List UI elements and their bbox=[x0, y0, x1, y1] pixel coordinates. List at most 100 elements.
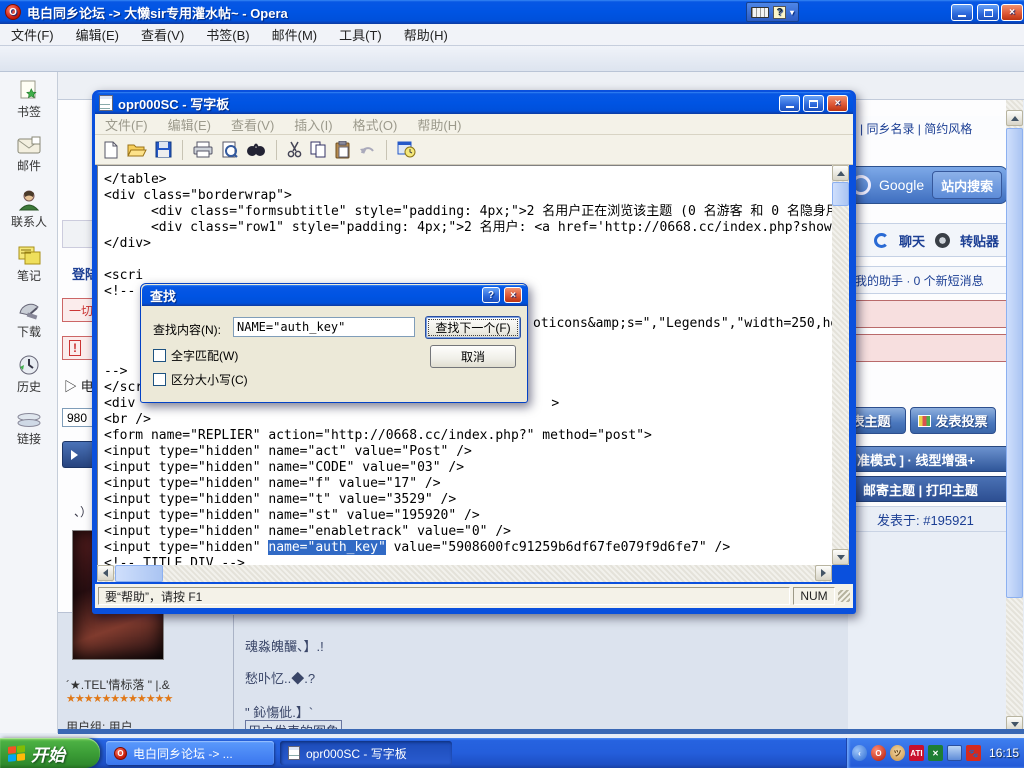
tray-green-x-icon[interactable]: ✕ bbox=[928, 745, 943, 761]
links-icon bbox=[16, 412, 42, 428]
sidebar-item-bookmarks[interactable]: 书签 bbox=[0, 72, 58, 127]
find-next-button[interactable]: 查找下一个(F) bbox=[425, 316, 521, 339]
scrollbar-thumb[interactable] bbox=[832, 182, 849, 206]
mail-print-bar[interactable]: 邮寄主题 | 打印主题 bbox=[848, 476, 1006, 502]
opera-minimize-button[interactable] bbox=[951, 4, 973, 21]
tray-collapse-chevron-icon[interactable]: ‹ bbox=[852, 745, 867, 761]
chevron-down-icon[interactable]: ▾ bbox=[790, 9, 794, 16]
poster-star-rating: ★★★★★★★★★★★★ bbox=[66, 692, 172, 705]
sidebar-item-transfers[interactable]: 下载 bbox=[0, 292, 58, 347]
page-scrollbar[interactable] bbox=[1006, 100, 1023, 733]
sidebar-item-notes[interactable]: 笔记 bbox=[0, 237, 58, 292]
scroll-up-icon[interactable] bbox=[832, 165, 849, 181]
print-icon[interactable] bbox=[193, 141, 213, 158]
poster-username[interactable]: ´★.TEL'情标落 " |.& bbox=[66, 676, 170, 693]
tray-ati-icon[interactable]: ATI bbox=[909, 745, 924, 761]
open-icon[interactable] bbox=[127, 142, 147, 158]
language-bar[interactable]: ? ▾ bbox=[746, 2, 799, 22]
match-whole-word-checkbox[interactable]: 全字匹配(W) bbox=[153, 347, 238, 364]
chat-link[interactable]: 聊天 bbox=[899, 231, 925, 250]
scrollbar-thumb[interactable] bbox=[1006, 128, 1023, 598]
save-icon[interactable] bbox=[155, 141, 172, 158]
resize-grip[interactable] bbox=[838, 590, 850, 602]
find-help-button[interactable]: ? bbox=[482, 287, 500, 303]
find-dialog-title: 查找 bbox=[150, 286, 176, 305]
search-tab-site[interactable]: 站内搜索 bbox=[932, 171, 1002, 199]
wp-menu-help[interactable]: 帮助(H) bbox=[407, 115, 471, 134]
wordpad-menubar: 文件(F) 编辑(E) 查看(V) 插入(I) 格式(O) 帮助(H) bbox=[95, 114, 853, 135]
wordpad-minimize-button[interactable] bbox=[779, 95, 800, 112]
tray-opera-icon[interactable]: O bbox=[871, 745, 886, 761]
wordpad-maximize-button[interactable] bbox=[803, 95, 824, 112]
menu-view[interactable]: 查看(V) bbox=[130, 25, 195, 44]
menu-bookmarks[interactable]: 书签(B) bbox=[195, 25, 260, 44]
code-line: </table> bbox=[104, 172, 832, 188]
scroll-right-icon[interactable] bbox=[815, 565, 832, 581]
scroll-down-icon[interactable] bbox=[832, 549, 849, 565]
help-icon[interactable]: ? bbox=[773, 6, 786, 19]
sidebar-item-history[interactable]: 历史 bbox=[0, 347, 58, 402]
wp-menu-view[interactable]: 查看(V) bbox=[221, 115, 284, 134]
undo-icon[interactable] bbox=[359, 143, 376, 157]
start-button[interactable]: 开始 bbox=[0, 738, 100, 768]
wordpad-close-button[interactable]: × bbox=[827, 95, 848, 112]
scroll-up-icon[interactable] bbox=[1006, 110, 1023, 126]
find-icon[interactable] bbox=[246, 142, 266, 157]
assistant-bar[interactable]: 我的助手 · 0 个新短消息 bbox=[848, 266, 1006, 294]
sidebar-item-mail[interactable]: 邮件 bbox=[0, 127, 58, 182]
taskbar-clock[interactable]: 16:15 bbox=[989, 746, 1019, 760]
menu-edit[interactable]: 编辑(E) bbox=[65, 25, 130, 44]
sidebar-label: 下载 bbox=[17, 323, 41, 340]
sidebar-item-links[interactable]: 链接 bbox=[0, 402, 58, 457]
copy-icon[interactable] bbox=[310, 141, 327, 158]
new-document-icon[interactable] bbox=[103, 141, 119, 159]
sidebar-label: 书签 bbox=[17, 103, 41, 120]
scrollbar-thumb[interactable] bbox=[115, 565, 163, 582]
keyboard-icon[interactable] bbox=[751, 7, 769, 18]
menu-help[interactable]: 帮助(H) bbox=[393, 25, 459, 44]
sidebar-item-contacts[interactable]: 联系人 bbox=[0, 182, 58, 237]
wordpad-vertical-scrollbar[interactable] bbox=[832, 165, 849, 565]
opera-restore-button[interactable] bbox=[977, 4, 999, 21]
search-tab-google[interactable]: Google bbox=[871, 177, 932, 193]
opera-close-button[interactable]: × bbox=[1001, 4, 1023, 21]
post-poll-button[interactable]: 发表投票 bbox=[910, 407, 996, 434]
reply-button-fragment[interactable] bbox=[62, 441, 92, 468]
wp-menu-edit[interactable]: 编辑(E) bbox=[158, 115, 221, 134]
taskbar-button-opera[interactable]: O 电白同乡论坛 -> ... bbox=[106, 741, 274, 765]
wordpad-toolbar bbox=[95, 135, 853, 165]
taskbar-button-wordpad[interactable]: opr000SC - 写字板 bbox=[280, 741, 452, 765]
menu-file[interactable]: 文件(F) bbox=[0, 25, 65, 44]
tray-character-icon[interactable]: ツ bbox=[890, 745, 905, 761]
wordpad-titlebar[interactable]: opr000SC - 写字板 × bbox=[95, 92, 853, 114]
wp-menu-file[interactable]: 文件(F) bbox=[95, 115, 158, 134]
print-preview-icon[interactable] bbox=[221, 141, 238, 159]
find-what-input[interactable] bbox=[233, 317, 415, 337]
cancel-button[interactable]: 取消 bbox=[430, 345, 516, 368]
menu-tools[interactable]: 工具(T) bbox=[328, 25, 393, 44]
find-dialog-titlebar[interactable]: 查找 ? × bbox=[142, 285, 528, 306]
windows-logo-icon bbox=[8, 745, 25, 762]
cut-icon[interactable] bbox=[287, 141, 302, 158]
tray-network-icon[interactable] bbox=[947, 745, 962, 761]
match-case-checkbox[interactable]: 区分大小写(C) bbox=[153, 371, 248, 388]
checkbox-icon[interactable] bbox=[153, 373, 166, 386]
paste-icon[interactable] bbox=[335, 141, 351, 159]
wp-menu-insert[interactable]: 插入(I) bbox=[284, 115, 342, 134]
wp-menu-format[interactable]: 格式(O) bbox=[343, 115, 408, 134]
scroll-left-icon[interactable] bbox=[97, 565, 114, 581]
datetime-icon[interactable] bbox=[397, 141, 416, 158]
taskbar: 开始 O 电白同乡论坛 -> ... opr000SC - 写字板 ‹ O ツ … bbox=[0, 738, 1024, 768]
repost-link[interactable]: 转贴器 bbox=[960, 231, 999, 250]
code-line: <div class="row1" style="padding: 4px;">… bbox=[104, 220, 832, 236]
forum-search-bar[interactable]: Google 站内搜索 bbox=[848, 166, 1006, 204]
topic-mode-bar[interactable]: 准模式 ] · 线型增强+ bbox=[848, 446, 1006, 472]
page-number-input[interactable]: 980 bbox=[62, 408, 92, 427]
tray-paw-icon[interactable]: 🐾 bbox=[966, 745, 981, 761]
code-line: </div> bbox=[104, 236, 832, 252]
wordpad-horizontal-scrollbar[interactable] bbox=[97, 565, 832, 582]
checkbox-icon[interactable] bbox=[153, 349, 166, 362]
find-close-button[interactable]: × bbox=[504, 287, 522, 303]
menu-mail[interactable]: 邮件(M) bbox=[261, 25, 329, 44]
breadcrumb-fragment[interactable]: ▷ 电 bbox=[64, 376, 94, 395]
